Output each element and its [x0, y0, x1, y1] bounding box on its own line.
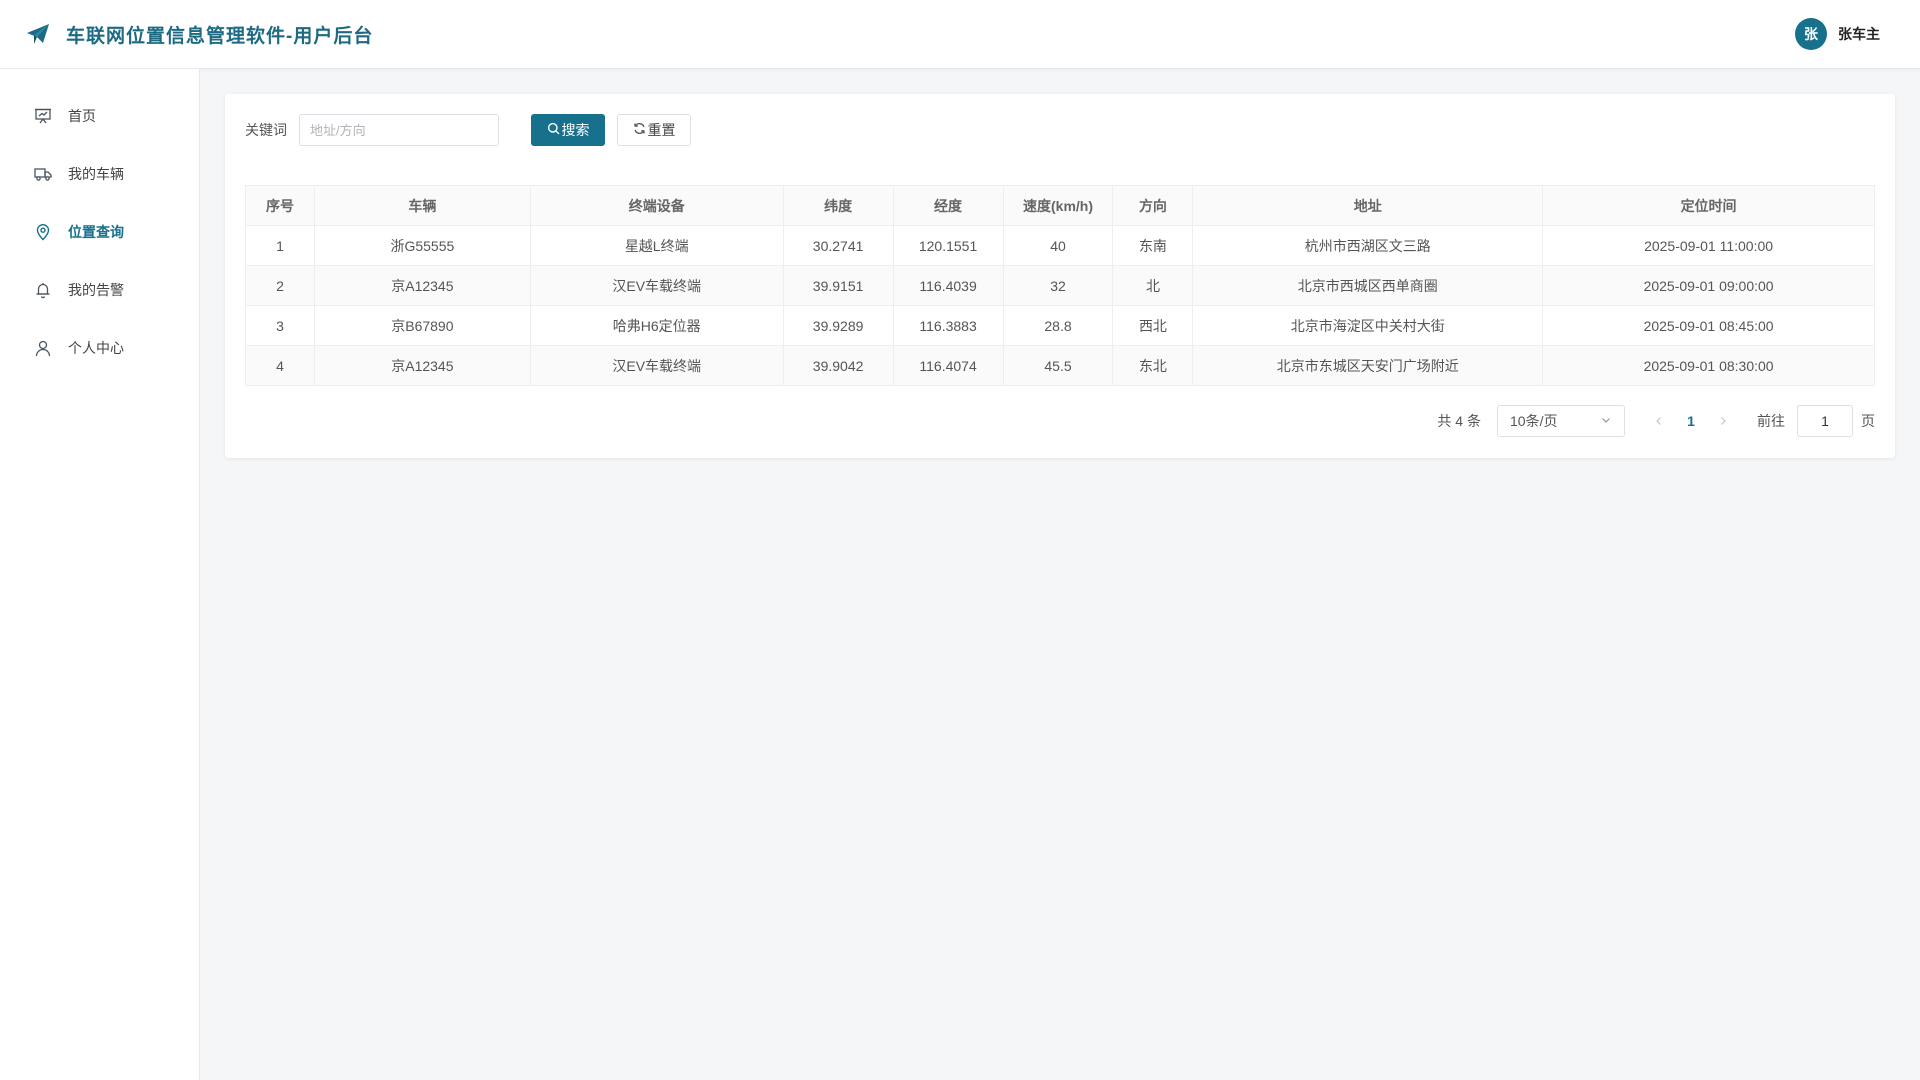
reset-button[interactable]: 重置	[617, 114, 691, 146]
table-cell: 2	[245, 265, 315, 306]
column-header: 车辆	[313, 185, 531, 226]
table-row[interactable]: 4 京A12345 汉EV车载终端 39.9042 116.4074 45.5 …	[245, 345, 1875, 386]
chevron-down-icon	[1600, 413, 1612, 429]
app-title: 车联网位置信息管理软件-用户后台	[66, 25, 374, 47]
column-header: 方向	[1112, 185, 1194, 226]
table-cell: 39.9042	[782, 345, 894, 386]
table-cell: 116.3883	[892, 305, 1004, 346]
table-cell: 汉EV车载终端	[529, 265, 784, 306]
table-row[interactable]: 1 浙G55555 星越L终端 30.2741 120.1551 40 东南 杭…	[245, 225, 1875, 266]
table-cell: 28.8	[1002, 305, 1114, 346]
sidebar-item-label: 首页	[68, 108, 96, 124]
chevron-left-icon	[1656, 417, 1661, 425]
column-header: 定位时间	[1542, 185, 1875, 226]
table-cell: 116.4039	[892, 265, 1004, 306]
sidebar-item-profile[interactable]: 个人中心	[0, 319, 199, 377]
truck-icon	[34, 165, 52, 183]
table-cell: 2025-09-01 09:00:00	[1542, 265, 1875, 306]
reset-button-label: 重置	[647, 122, 676, 138]
search-icon	[547, 122, 560, 138]
paper-plane-icon	[26, 22, 50, 46]
chevron-right-icon	[1721, 417, 1726, 425]
sidebar-item-location-query[interactable]: 位置查询	[0, 203, 199, 261]
column-header: 速度(km/h)	[1002, 185, 1114, 226]
table-cell: 4	[245, 345, 315, 386]
table-cell: 北京市西城区西单商圈	[1192, 265, 1544, 306]
table-cell: 汉EV车载终端	[529, 345, 784, 386]
table-cell: 30.2741	[782, 225, 894, 266]
brand: 车联网位置信息管理软件-用户后台	[26, 21, 373, 48]
search-button[interactable]: 搜索	[531, 114, 605, 146]
location-table: 序号 车辆 终端设备 纬度 经度 速度(km/h) 方向 地址 定位时间 1 浙…	[245, 185, 1875, 386]
search-button-label: 搜索	[561, 122, 590, 138]
table-cell: 40	[1002, 225, 1114, 266]
total-count: 共 4 条	[1437, 413, 1481, 429]
refresh-icon	[633, 122, 646, 138]
sidebar-item-my-alarms[interactable]: 我的告警	[0, 261, 199, 319]
table-row[interactable]: 2 京A12345 汉EV车载终端 39.9151 116.4039 32 北 …	[245, 265, 1875, 306]
search-bar: 关键词 搜索 重置	[245, 114, 691, 146]
table-cell: 京B67890	[313, 305, 531, 346]
sidebar-item-home[interactable]: 首页	[0, 87, 199, 145]
table-cell: 北	[1112, 265, 1194, 306]
sidebar: 首页 我的车辆 位置查询 我的告警 个人中心	[0, 69, 200, 1080]
table-cell: 东南	[1112, 225, 1194, 266]
table-cell: 2025-09-01 11:00:00	[1542, 225, 1875, 266]
prev-page-button[interactable]	[1643, 415, 1675, 427]
table-cell: 京A12345	[313, 345, 531, 386]
user-menu[interactable]: 张 张车主	[1795, 18, 1880, 50]
avatar[interactable]: 张	[1795, 18, 1827, 50]
table-cell: 116.4074	[892, 345, 1004, 386]
goto-page-input[interactable]	[1797, 405, 1853, 437]
table-cell: 39.9289	[782, 305, 894, 346]
table-cell: 2025-09-01 08:30:00	[1542, 345, 1875, 386]
table-cell: 北京市海淀区中关村大街	[1192, 305, 1544, 346]
sidebar-item-my-vehicles[interactable]: 我的车辆	[0, 145, 199, 203]
pagination: 共 4 条 10条/页 1 前往 页	[1437, 405, 1875, 437]
table-cell: 39.9151	[782, 265, 894, 306]
page-size-select[interactable]: 10条/页	[1497, 405, 1625, 437]
location-pin-icon	[34, 223, 52, 241]
sidebar-item-label: 我的告警	[68, 282, 124, 298]
table-cell: 45.5	[1002, 345, 1114, 386]
page-number-current[interactable]: 1	[1675, 413, 1707, 429]
column-header: 终端设备	[529, 185, 784, 226]
location-query-panel: 关键词 搜索 重置 序号 车辆 终端设备 纬度 经度	[225, 94, 1895, 458]
sidebar-item-label: 位置查询	[68, 224, 124, 240]
user-icon	[34, 339, 52, 357]
table-cell: 1	[245, 225, 315, 266]
page-size-value: 10条/页	[1510, 413, 1558, 429]
sidebar-item-label: 我的车辆	[68, 166, 124, 182]
table-cell: 2025-09-01 08:45:00	[1542, 305, 1875, 346]
table-row[interactable]: 3 京B67890 哈弗H6定位器 39.9289 116.3883 28.8 …	[245, 305, 1875, 346]
table-cell: 杭州市西湖区文三路	[1192, 225, 1544, 266]
table-cell: 120.1551	[892, 225, 1004, 266]
user-name[interactable]: 张车主	[1838, 24, 1880, 44]
table-cell: 星越L终端	[529, 225, 784, 266]
page-suffix-label: 页	[1861, 413, 1875, 429]
column-header: 纬度	[782, 185, 894, 226]
keyword-input[interactable]	[299, 114, 499, 146]
table-cell: 32	[1002, 265, 1114, 306]
goto-label: 前往	[1757, 413, 1785, 429]
column-header: 经度	[892, 185, 1004, 226]
table-cell: 哈弗H6定位器	[529, 305, 784, 346]
keyword-label: 关键词	[245, 122, 287, 138]
table-cell: 北京市东城区天安门广场附近	[1192, 345, 1544, 386]
column-header: 序号	[245, 185, 315, 226]
table-cell: 西北	[1112, 305, 1194, 346]
presentation-icon	[34, 107, 52, 125]
table-cell: 东北	[1112, 345, 1194, 386]
sidebar-item-label: 个人中心	[68, 340, 124, 356]
bell-icon	[34, 281, 52, 299]
table-cell: 京A12345	[313, 265, 531, 306]
table-header-row: 序号 车辆 终端设备 纬度 经度 速度(km/h) 方向 地址 定位时间	[245, 185, 1875, 226]
top-header: 车联网位置信息管理软件-用户后台 张 张车主	[0, 0, 1920, 69]
column-header: 地址	[1192, 185, 1544, 226]
next-page-button[interactable]	[1707, 415, 1739, 427]
table-cell: 浙G55555	[313, 225, 531, 266]
table-cell: 3	[245, 305, 315, 346]
